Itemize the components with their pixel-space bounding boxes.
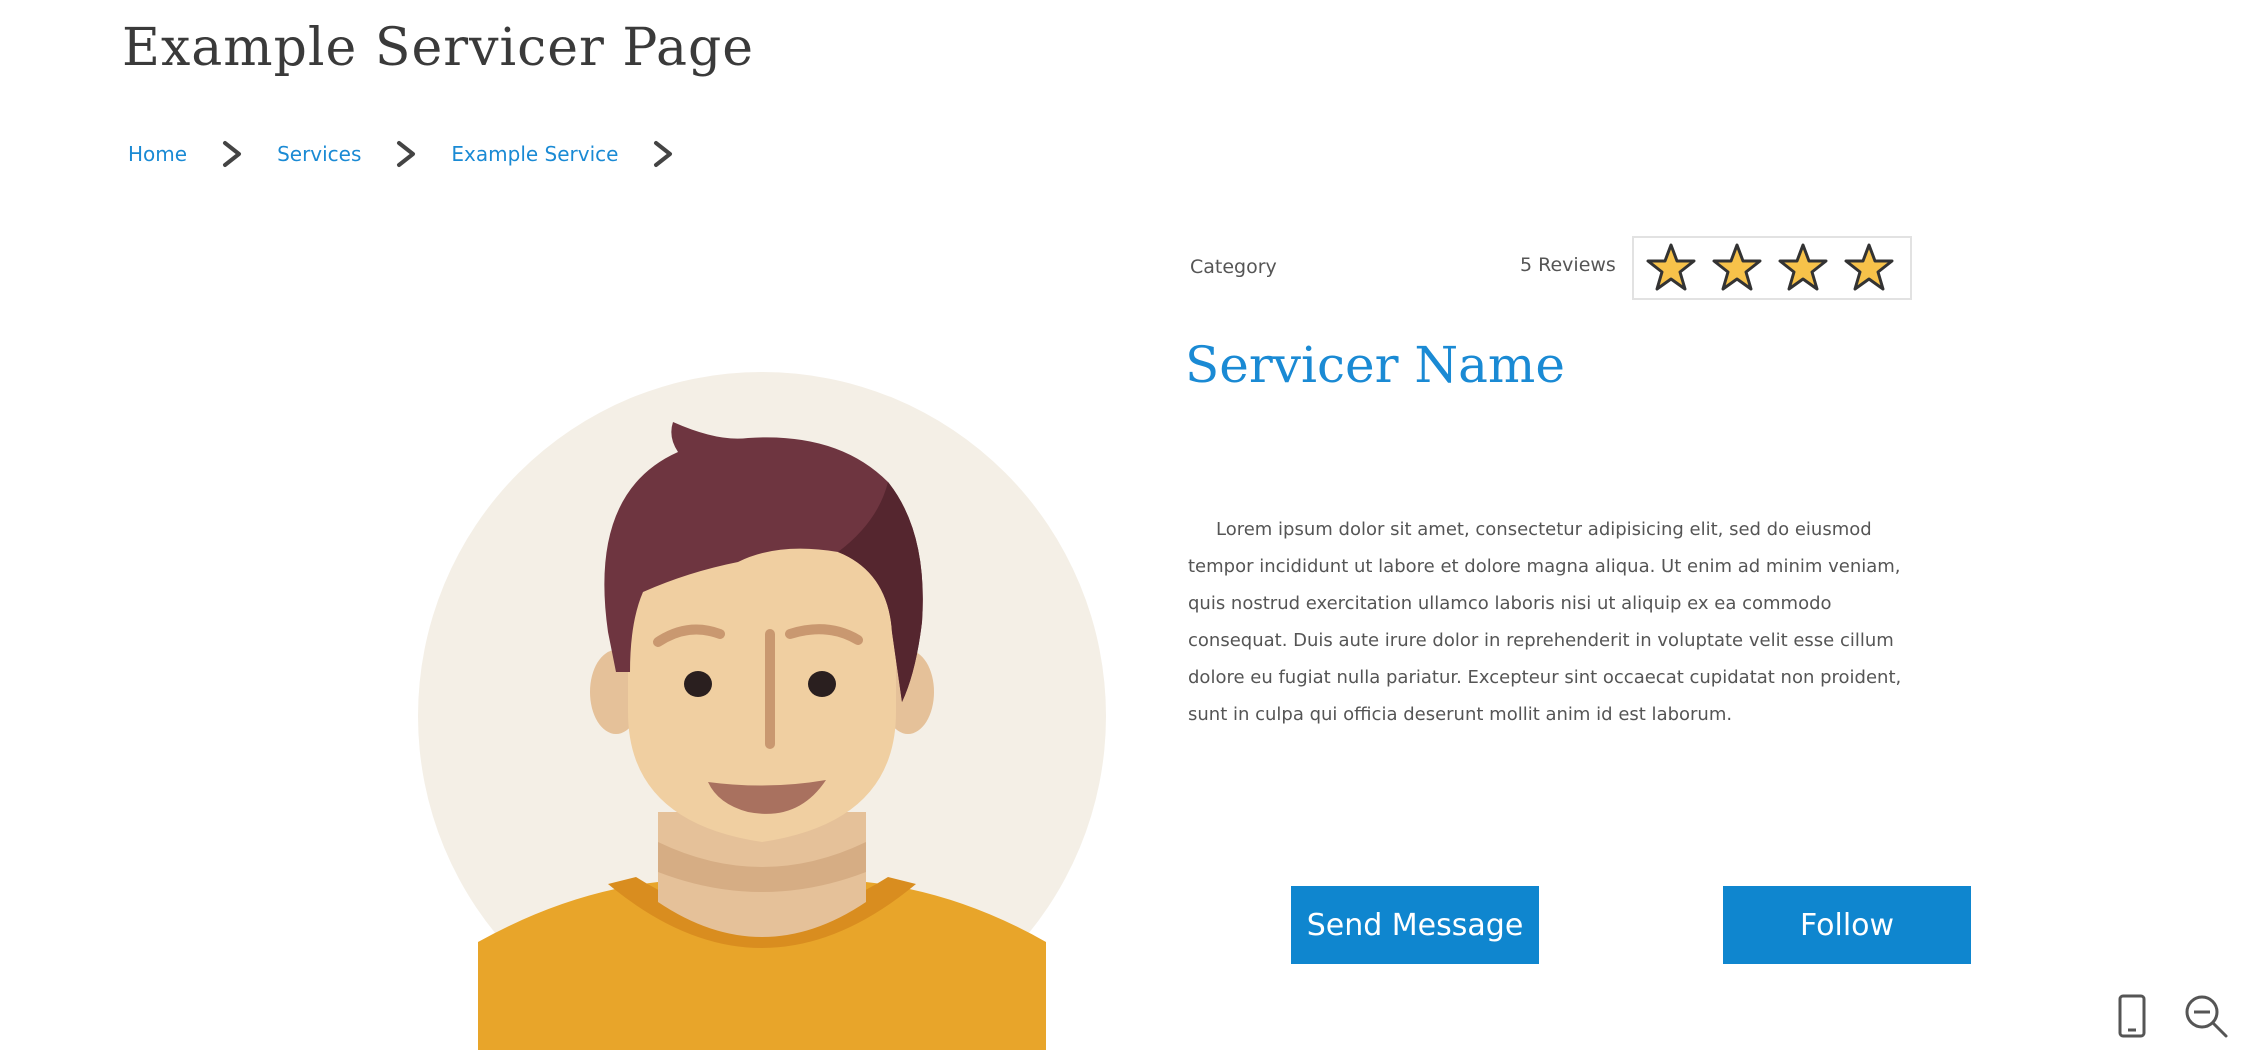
star-rating[interactable] [1632,236,1912,300]
mobile-device-icon[interactable] [2106,990,2158,1042]
star-icon [1646,243,1696,291]
chevron-right-icon [652,140,674,168]
breadcrumb: Home Services Example Service [128,140,674,168]
follow-button[interactable]: Follow [1723,886,1971,964]
star-icon [1778,243,1828,291]
send-message-button[interactable]: Send Message [1291,886,1539,964]
star-icon [1712,243,1762,291]
chevron-right-icon [395,140,417,168]
reviews-count[interactable]: 5 Reviews [1520,254,1616,276]
breadcrumb-example-service[interactable]: Example Service [451,142,618,166]
breadcrumb-home[interactable]: Home [128,142,187,166]
page-title: Example Servicer Page [122,18,755,78]
zoom-out-icon[interactable] [2180,990,2232,1042]
category-label: Category [1190,256,1277,278]
breadcrumb-services[interactable]: Services [277,142,361,166]
chevron-right-icon [221,140,243,168]
avatar [418,372,1106,1050]
servicer-name: Servicer Name [1185,336,1565,394]
star-icon [1844,243,1894,291]
servicer-meta: Category 5 Reviews [1190,236,1920,302]
viewer-controls [2106,990,2232,1042]
servicer-description: Lorem ipsum dolor sit amet, consectetur … [1188,519,1902,725]
